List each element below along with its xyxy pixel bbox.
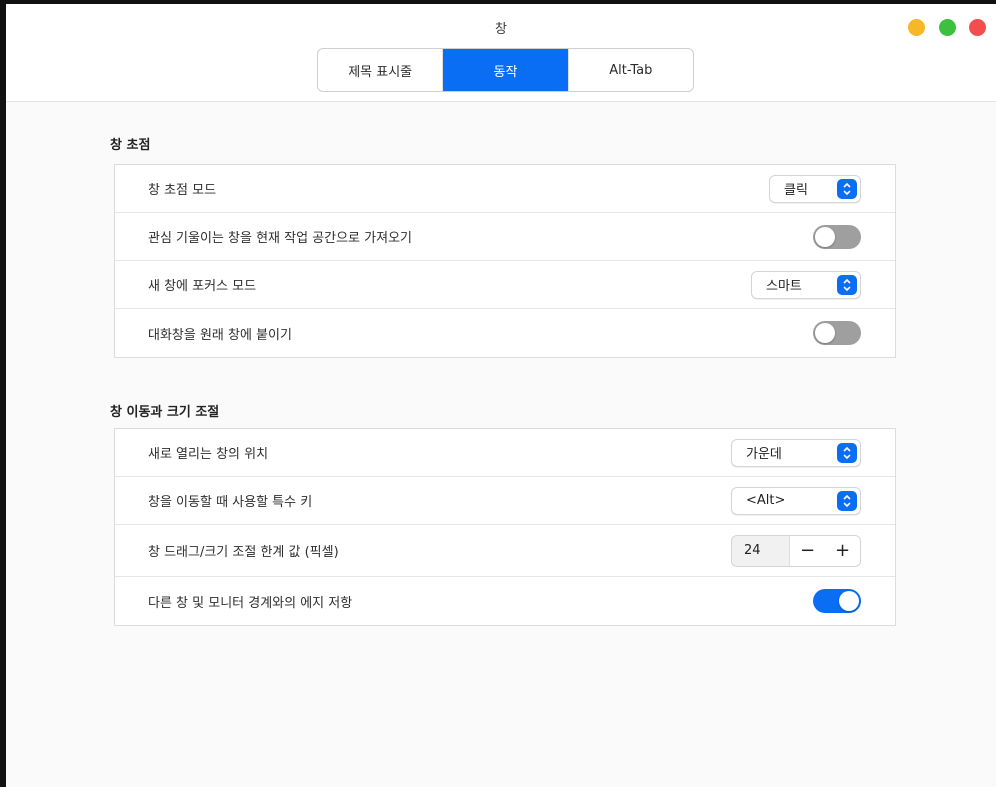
stepper-value[interactable]: 24 <box>732 535 790 566</box>
settings-window: 창 제목 표시줄 동작 Alt-Tab 창 초점 창 초점 모드 클릭 관심 기… <box>0 0 996 787</box>
settings-row: 창 드래그/크기 조절 한계 값 (픽셀) 24 − + <box>115 525 895 577</box>
tab-bar: 제목 표시줄 동작 Alt-Tab <box>317 48 694 92</box>
toggle-knob <box>839 591 859 611</box>
section-title-focus: 창 초점 <box>110 138 151 153</box>
row-label: 대화창을 원래 창에 붙이기 <box>148 327 292 343</box>
tab-titlebar[interactable]: 제목 표시줄 <box>318 49 444 91</box>
chevron-updown-icon <box>837 442 857 463</box>
window-header: 창 제목 표시줄 동작 Alt-Tab <box>6 4 996 102</box>
close-button[interactable] <box>969 19 986 36</box>
settings-row: 창 초점 모드 클릭 <box>115 165 895 213</box>
chevron-updown-icon <box>837 490 857 511</box>
window-position-dropdown[interactable]: 가운데 <box>731 438 861 467</box>
row-label: 관심 기울이는 창을 현재 작업 공간으로 가져오기 <box>148 231 412 246</box>
tab-alt-tab[interactable]: Alt-Tab <box>569 49 693 91</box>
decrement-button[interactable]: − <box>790 536 825 566</box>
section-title-move: 창 이동과 크기 조절 <box>110 405 220 420</box>
chevron-updown-icon <box>837 178 857 199</box>
dropdown-value: 스마트 <box>766 279 802 294</box>
focus-settings-card: 창 초점 모드 클릭 관심 기울이는 창을 현재 작업 공간으로 가져오기 새 … <box>114 164 896 358</box>
drag-threshold-stepper: 24 − + <box>731 534 861 567</box>
edge-resistance-toggle[interactable] <box>813 589 861 613</box>
settings-row: 창을 이동할 때 사용할 특수 키 <Alt> <box>115 477 895 525</box>
dropdown-value: 클릭 <box>784 183 808 198</box>
row-label: 새 창에 포커스 모드 <box>148 279 257 294</box>
row-label: 새로 열리는 창의 위치 <box>148 447 269 462</box>
row-label: 다른 창 및 모니터 경계와의 에지 저항 <box>148 595 353 611</box>
toggle-knob <box>815 226 835 247</box>
settings-row: 새로 열리는 창의 위치 가운데 <box>115 429 895 477</box>
toggle-knob <box>815 323 835 343</box>
row-label: 창 초점 모드 <box>148 183 217 198</box>
dropdown-value: 가운데 <box>746 447 782 462</box>
settings-row: 관심 기울이는 창을 현재 작업 공간으로 가져오기 <box>115 213 895 261</box>
row-label: 창을 이동할 때 사용할 특수 키 <box>148 495 313 510</box>
focus-mode-dropdown[interactable]: 클릭 <box>769 174 861 203</box>
settings-row: 대화창을 원래 창에 붙이기 <box>115 309 895 357</box>
tab-behavior[interactable]: 동작 <box>443 49 569 91</box>
row-label: 창 드래그/크기 조절 한계 값 (픽셀) <box>148 545 339 560</box>
dropdown-value: <Alt> <box>746 493 786 508</box>
minimize-button[interactable] <box>908 19 925 36</box>
increment-button[interactable]: + <box>825 536 860 566</box>
window-title: 창 <box>495 22 507 37</box>
move-settings-card: 새로 열리는 창의 위치 가운데 창을 이동할 때 사용할 특수 키 <Alt>… <box>114 428 896 626</box>
settings-row: 새 창에 포커스 모드 스마트 <box>115 261 895 309</box>
maximize-button[interactable] <box>939 19 956 36</box>
chevron-updown-icon <box>837 274 857 295</box>
attach-dialogs-toggle[interactable] <box>813 321 861 345</box>
raise-focused-window-toggle[interactable] <box>813 224 861 249</box>
new-window-focus-dropdown[interactable]: 스마트 <box>751 270 861 299</box>
modifier-key-dropdown[interactable]: <Alt> <box>731 486 861 515</box>
settings-row: 다른 창 및 모니터 경계와의 에지 저항 <box>115 577 895 625</box>
